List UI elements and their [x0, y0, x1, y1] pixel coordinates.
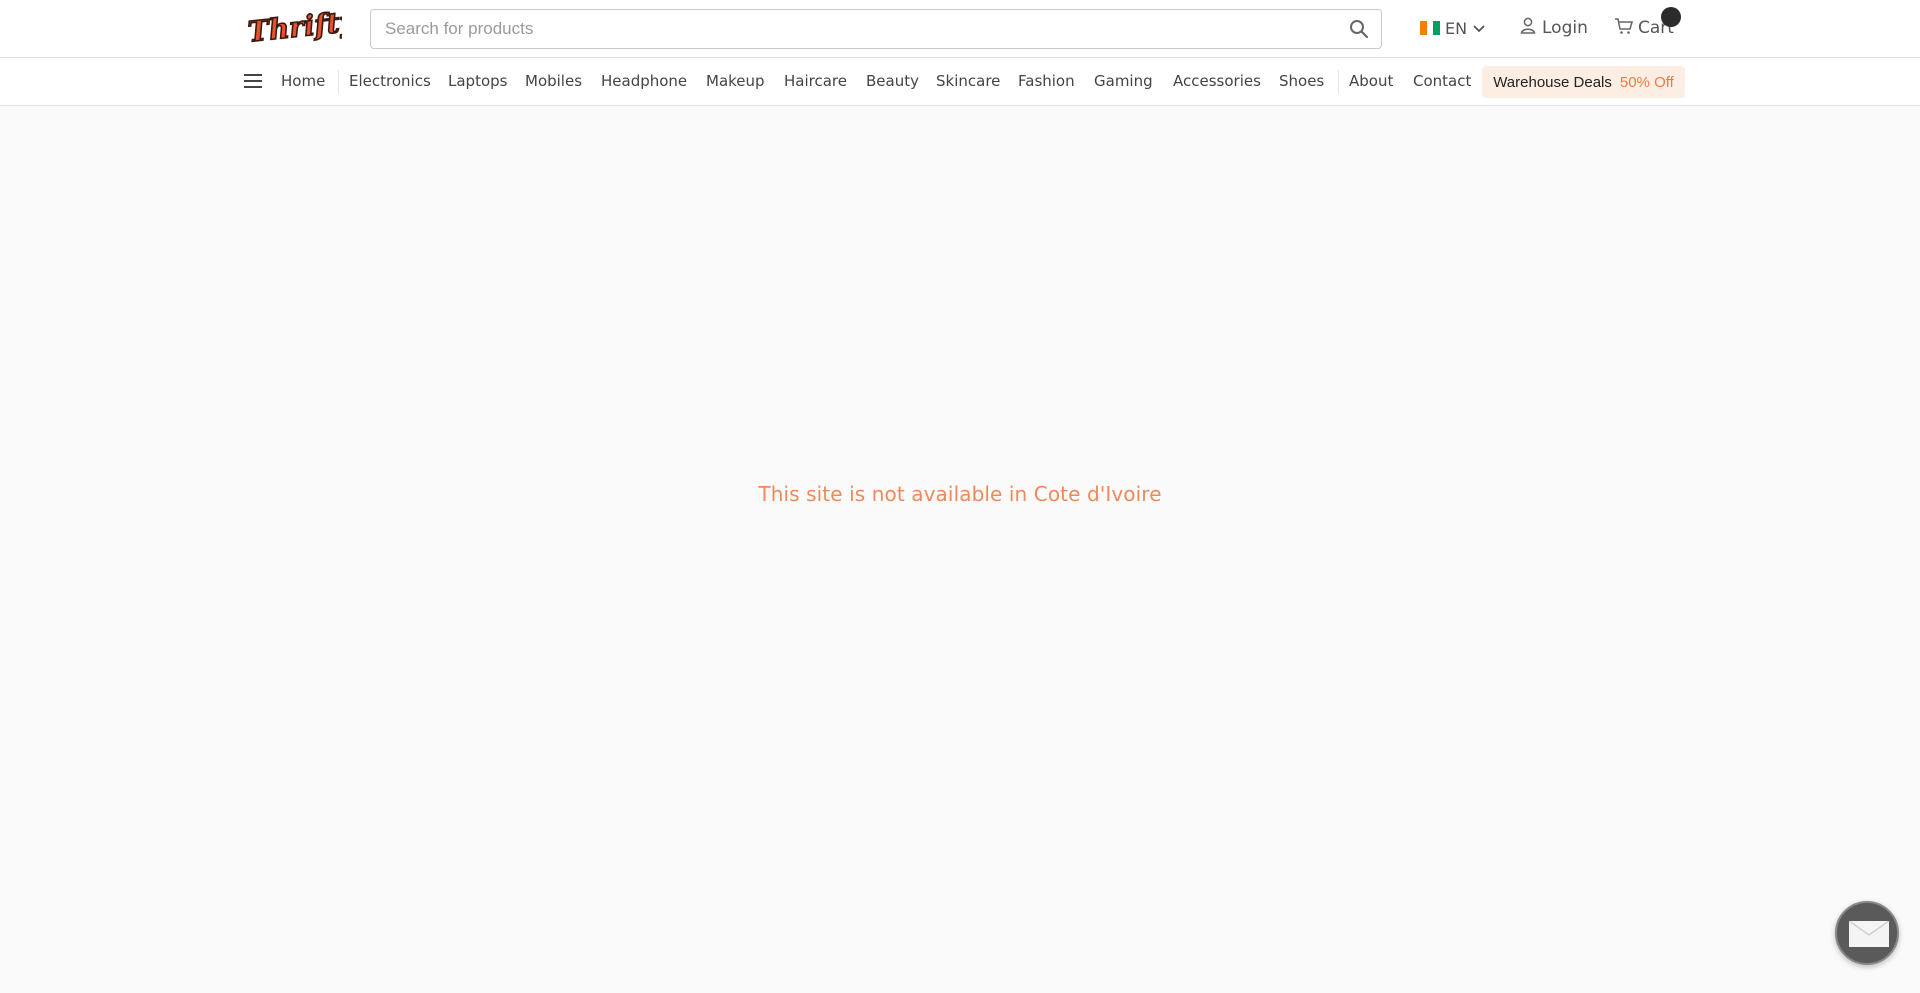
- search-input[interactable]: [385, 10, 1335, 48]
- login-label: Login: [1542, 18, 1588, 38]
- nav-item-home[interactable]: Home: [281, 72, 325, 90]
- hamburger-icon[interactable]: [244, 74, 262, 90]
- user-icon: [1520, 17, 1536, 39]
- nav-item-beauty[interactable]: Beauty: [866, 72, 919, 90]
- nav-item-about[interactable]: About: [1349, 72, 1393, 90]
- deals-offer: 50% Off: [1619, 73, 1674, 91]
- nav-item-makeup[interactable]: Makeup: [706, 72, 765, 90]
- chevron-down-icon: [1472, 19, 1486, 38]
- login-button[interactable]: Login: [1520, 16, 1588, 40]
- unavailable-message: This site is not available in Cote d'Ivo…: [758, 482, 1162, 506]
- language-selector[interactable]: EN: [1420, 16, 1486, 40]
- site-logo[interactable]: Thrifty: [244, 4, 360, 52]
- category-nav: Home Electronics Laptops Mobiles Headpho…: [0, 58, 1920, 106]
- svg-text:Thrifty: Thrifty: [246, 4, 342, 48]
- nav-item-haircare[interactable]: Haircare: [784, 72, 847, 90]
- language-label: EN: [1445, 18, 1468, 38]
- flag-icon: [1420, 21, 1441, 35]
- nav-item-headphone[interactable]: Headphone: [601, 72, 687, 90]
- cart-icon: [1614, 17, 1633, 40]
- nav-item-laptops[interactable]: Laptops: [448, 72, 507, 90]
- nav-item-contact[interactable]: Contact: [1413, 72, 1471, 90]
- nav-item-shoes[interactable]: Shoes: [1279, 72, 1324, 90]
- nav-item-mobiles[interactable]: Mobiles: [525, 72, 582, 90]
- warehouse-deals-button[interactable]: Warehouse Deals 50% Off: [1482, 66, 1685, 98]
- mail-icon: [1849, 921, 1889, 947]
- search-icon[interactable]: [1349, 19, 1369, 39]
- nav-item-skincare[interactable]: Skincare: [936, 72, 1000, 90]
- nav-item-gaming[interactable]: Gaming: [1094, 72, 1153, 90]
- cart-count-badge: [1661, 7, 1681, 27]
- search-box[interactable]: [370, 9, 1382, 49]
- nav-divider: [338, 70, 339, 94]
- chat-button[interactable]: [1835, 901, 1899, 965]
- top-header: Thrifty EN Login Cart: [0, 0, 1920, 58]
- nav-item-electronics[interactable]: Electronics: [349, 72, 431, 90]
- deals-label: Warehouse Deals: [1493, 73, 1612, 91]
- nav-item-accessories[interactable]: Accessories: [1173, 72, 1261, 90]
- nav-divider: [1338, 70, 1339, 94]
- nav-item-fashion[interactable]: Fashion: [1018, 72, 1075, 90]
